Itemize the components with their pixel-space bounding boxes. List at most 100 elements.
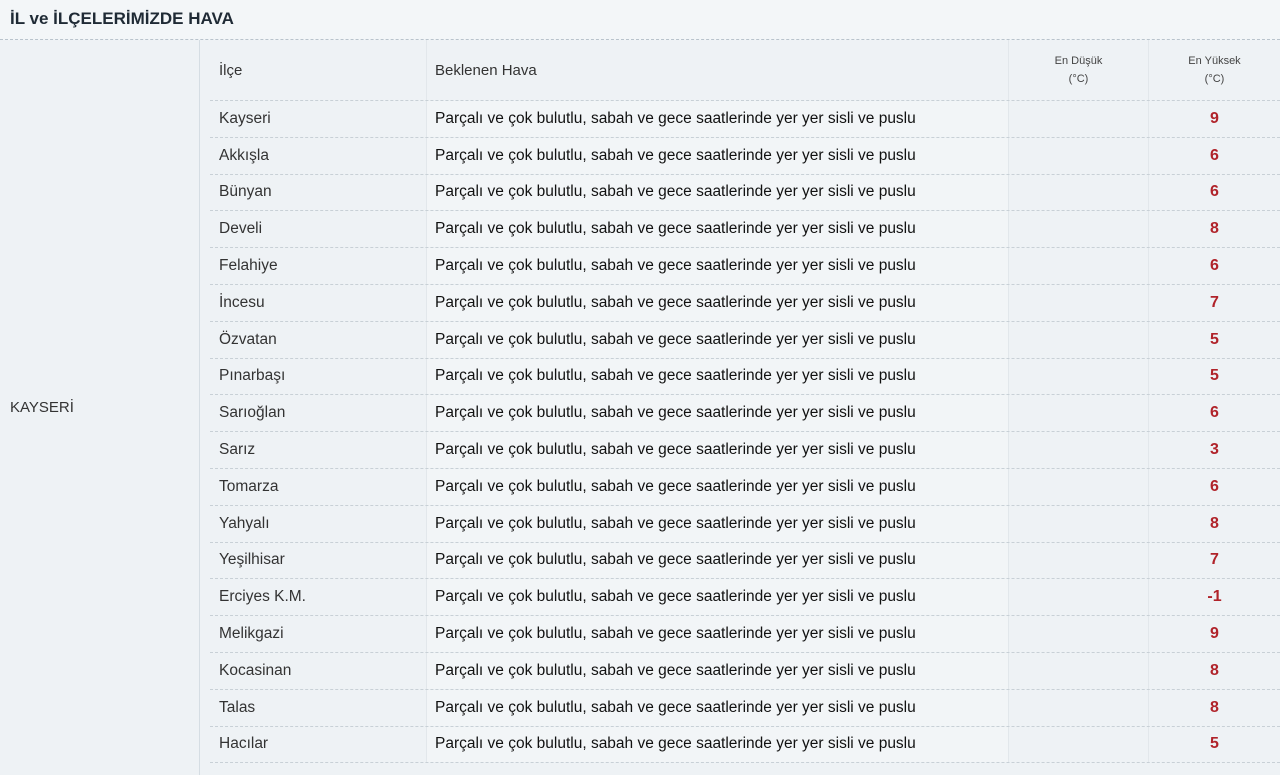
column-header-min-unit: (°C): [1068, 73, 1089, 85]
district-name: Sarıoğlan: [210, 395, 427, 432]
max-temp: 6: [1210, 404, 1219, 422]
min-temp: [1009, 726, 1149, 763]
table-row: Erciyes K.M. Parçalı ve çok bulutlu, saba…: [210, 579, 1280, 617]
weather-description: Parçalı ve çok bulutlu, sabah ve gece sa…: [427, 284, 1009, 321]
max-temp: 5: [1210, 367, 1219, 385]
max-temp: 7: [1210, 293, 1219, 311]
district-name: Akkışla: [210, 137, 427, 174]
column-header-desc: Beklenen Hava: [427, 40, 1009, 100]
weather-description: Parçalı ve çok bulutlu, sabah ve gece sa…: [427, 137, 1009, 174]
table-row: Talas Parçalı ve çok bulutlu, sabah ve ge…: [210, 689, 1280, 727]
weather-description: Parçalı ve çok bulutlu, sabah ve gece sa…: [427, 616, 1009, 652]
district-name: Develi: [210, 211, 427, 248]
weather-description: Parçalı ve çok bulutlu, sabah ve gece sa…: [427, 505, 1009, 542]
district-name: Sarız: [210, 432, 427, 468]
min-temp: [1009, 432, 1149, 468]
district-name: Kocasinan: [210, 652, 427, 689]
district-name: Pınarbaşı: [210, 358, 427, 395]
district-name: Erciyes K.M.: [210, 579, 427, 616]
district-name: Melikgazi: [210, 616, 427, 652]
district-weather-table: İlçe Beklenen Hava En Düşük (°C) En Yüks…: [210, 40, 1280, 764]
min-temp: [1009, 652, 1149, 689]
table-row: Kocasinan Parçalı ve çok bulutlu, sabah v…: [210, 652, 1280, 690]
column-header-max: En Yüksek (°C): [1149, 40, 1280, 100]
province-name: KAYSERİ: [0, 40, 200, 775]
min-temp: [1009, 505, 1149, 542]
min-temp: [1009, 579, 1149, 616]
table-row: Kayseri Parçalı ve çok bulutlu, sabah ve …: [210, 101, 1280, 138]
table-row: Bünyan Parçalı ve çok bulutlu, sabah ve g…: [210, 174, 1280, 212]
column-header-min-label: En Düşük: [1054, 55, 1103, 67]
weather-description: Parçalı ve çok bulutlu, sabah ve gece sa…: [427, 321, 1009, 358]
weather-description: Parçalı ve çok bulutlu, sabah ve gece sa…: [427, 542, 1009, 579]
weather-description: Parçalı ve çok bulutlu, sabah ve gece sa…: [427, 468, 1009, 505]
max-temp: 8: [1210, 514, 1219, 532]
column-header-max-unit: (°C): [1204, 73, 1225, 85]
column-header-min: En Düşük (°C): [1009, 40, 1149, 100]
weather-description: Parçalı ve çok bulutlu, sabah ve gece sa…: [427, 174, 1009, 211]
table-row: İncesu Parçalı ve çok bulutlu, sabah ve g…: [210, 284, 1280, 322]
weather-description: Parçalı ve çok bulutlu, sabah ve gece sa…: [427, 211, 1009, 248]
weather-description: Parçalı ve çok bulutlu, sabah ve gece sa…: [427, 652, 1009, 689]
max-temp: 8: [1210, 661, 1219, 679]
district-name: Yeşilhisar: [210, 542, 427, 579]
table-row: Develi Parçalı ve çok bulutlu, sabah ve g…: [210, 211, 1280, 249]
max-temp: 6: [1210, 183, 1219, 201]
min-temp: [1009, 542, 1149, 579]
weather-description: Parçalı ve çok bulutlu, sabah ve gece sa…: [427, 358, 1009, 395]
min-temp: [1009, 248, 1149, 284]
table-header-row: İlçe Beklenen Hava En Düşük (°C) En Yüks…: [210, 40, 1280, 101]
max-temp: 6: [1210, 477, 1219, 495]
weather-description: Parçalı ve çok bulutlu, sabah ve gece sa…: [427, 432, 1009, 468]
table-row: Yeşilhisar Parçalı ve çok bulutlu, sabah …: [210, 542, 1280, 580]
district-name: Talas: [210, 689, 427, 726]
weather-description: Parçalı ve çok bulutlu, sabah ve gece sa…: [427, 579, 1009, 616]
min-temp: [1009, 211, 1149, 248]
max-temp: 5: [1210, 735, 1219, 753]
district-name: Bünyan: [210, 174, 427, 211]
min-temp: [1009, 174, 1149, 211]
table-row: Özvatan Parçalı ve çok bulutlu, sabah ve …: [210, 321, 1280, 359]
min-temp: [1009, 321, 1149, 358]
max-temp: 9: [1210, 625, 1219, 643]
table-row: Akkışla Parçalı ve çok bulutlu, sabah ve …: [210, 137, 1280, 175]
weather-panel: KAYSERİ İlçe Beklenen Hava En Düşük (°C)…: [0, 40, 1280, 775]
max-temp: 7: [1210, 551, 1219, 569]
max-temp: 3: [1210, 441, 1219, 459]
table-row: Sarıoğlan Parçalı ve çok bulutlu, sabah v…: [210, 395, 1280, 433]
weather-description: Parçalı ve çok bulutlu, sabah ve gece sa…: [427, 689, 1009, 726]
weather-description: Parçalı ve çok bulutlu, sabah ve gece sa…: [427, 395, 1009, 432]
weather-description: Parçalı ve çok bulutlu, sabah ve gece sa…: [427, 248, 1009, 284]
table-row: Sarız Parçalı ve çok bulutlu, sabah ve ge…: [210, 432, 1280, 469]
min-temp: [1009, 468, 1149, 505]
weather-description: Parçalı ve çok bulutlu, sabah ve gece sa…: [427, 101, 1009, 137]
min-temp: [1009, 137, 1149, 174]
min-temp: [1009, 395, 1149, 432]
column-header-ilce: İlçe: [210, 40, 427, 100]
page-title: İL ve İLÇELERİMİZDE HAVA: [0, 0, 1280, 40]
min-temp: [1009, 358, 1149, 395]
min-temp: [1009, 284, 1149, 321]
max-temp: 5: [1210, 330, 1219, 348]
table-row: Felahiye Parçalı ve çok bulutlu, sabah ve…: [210, 248, 1280, 285]
district-name: Hacılar: [210, 726, 427, 763]
district-name: Kayseri: [210, 101, 427, 137]
min-temp: [1009, 689, 1149, 726]
district-name: Yahyalı: [210, 505, 427, 542]
district-name: İncesu: [210, 284, 427, 321]
table-row: Yahyalı Parçalı ve çok bulutlu, sabah ve …: [210, 505, 1280, 543]
weather-description: Parçalı ve çok bulutlu, sabah ve gece sa…: [427, 726, 1009, 763]
table-row: Tomarza Parçalı ve çok bulutlu, sabah ve …: [210, 468, 1280, 506]
table-row: Melikgazi Parçalı ve çok bulutlu, sabah v…: [210, 616, 1280, 653]
max-temp: 8: [1210, 220, 1219, 238]
table-body: Kayseri Parçalı ve çok bulutlu, sabah ve …: [210, 101, 1280, 764]
column-header-max-label: En Yüksek: [1188, 55, 1241, 67]
district-name: Tomarza: [210, 468, 427, 505]
min-temp: [1009, 101, 1149, 137]
min-temp: [1009, 616, 1149, 652]
district-name: Felahiye: [210, 248, 427, 284]
table-row: Hacılar Parçalı ve çok bulutlu, sabah ve …: [210, 726, 1280, 764]
max-temp: 6: [1210, 146, 1219, 164]
max-temp: -1: [1207, 588, 1222, 606]
max-temp: 6: [1210, 257, 1219, 275]
